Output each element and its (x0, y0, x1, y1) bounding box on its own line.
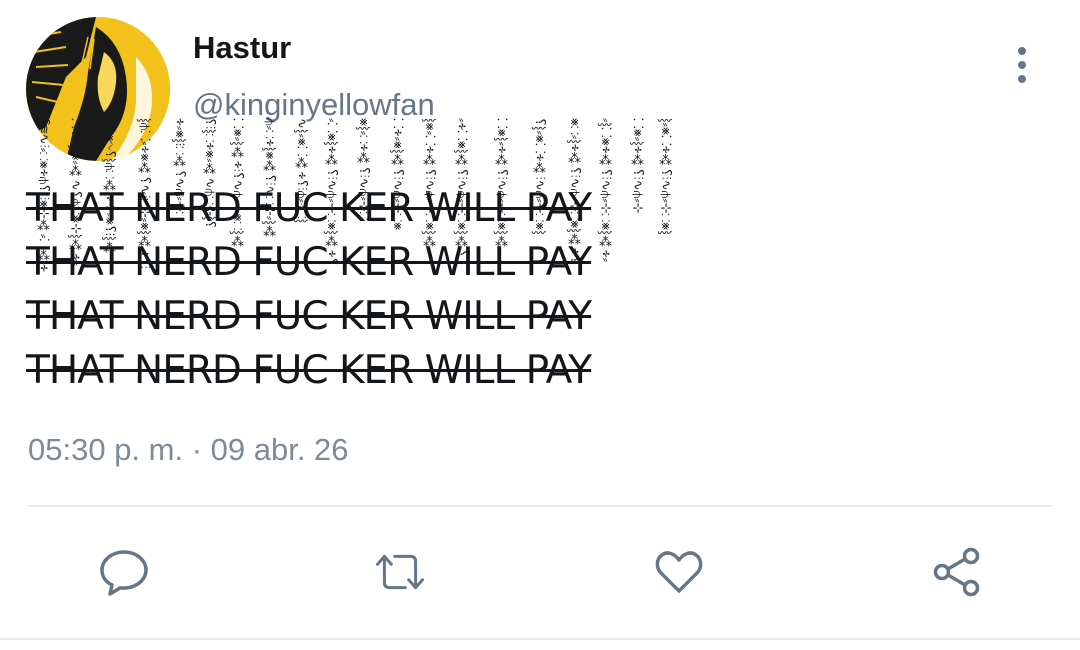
tweet-body: THAT NERD FUC KER WILL PAY THAT NERD FUC… (26, 182, 686, 398)
like-icon (655, 551, 703, 593)
tweet-timestamp[interactable]: 05:30 p. m. · 09 abr. 26 (28, 432, 349, 468)
tweet-body-line: THAT NERD FUC KER WILL PAY (26, 348, 592, 393)
tweet-body-line: THAT NERD FUC KER WILL PAY (26, 186, 592, 231)
reply-icon (100, 550, 148, 596)
reply-button[interactable] (97, 545, 151, 599)
tweet-card: Hastur @kinginyellowfan ⸮≋∿⫶⸗⸬⨳∻⫛⸮⸾⫶⨳⊹⁂⸗… (0, 0, 1080, 650)
more-options-icon[interactable] (1000, 40, 1044, 90)
like-button[interactable] (652, 545, 706, 599)
retweet-icon (375, 554, 425, 590)
share-button[interactable] (930, 545, 984, 599)
divider (28, 505, 1052, 507)
tweet-body-line: THAT NERD FUC KER WILL PAY (26, 294, 592, 339)
bottom-divider (0, 638, 1080, 640)
display-name[interactable]: Hastur (193, 30, 291, 66)
share-icon (933, 547, 980, 597)
retweet-button[interactable] (373, 545, 427, 599)
tweet-body-line: THAT NERD FUC KER WILL PAY (26, 240, 592, 285)
